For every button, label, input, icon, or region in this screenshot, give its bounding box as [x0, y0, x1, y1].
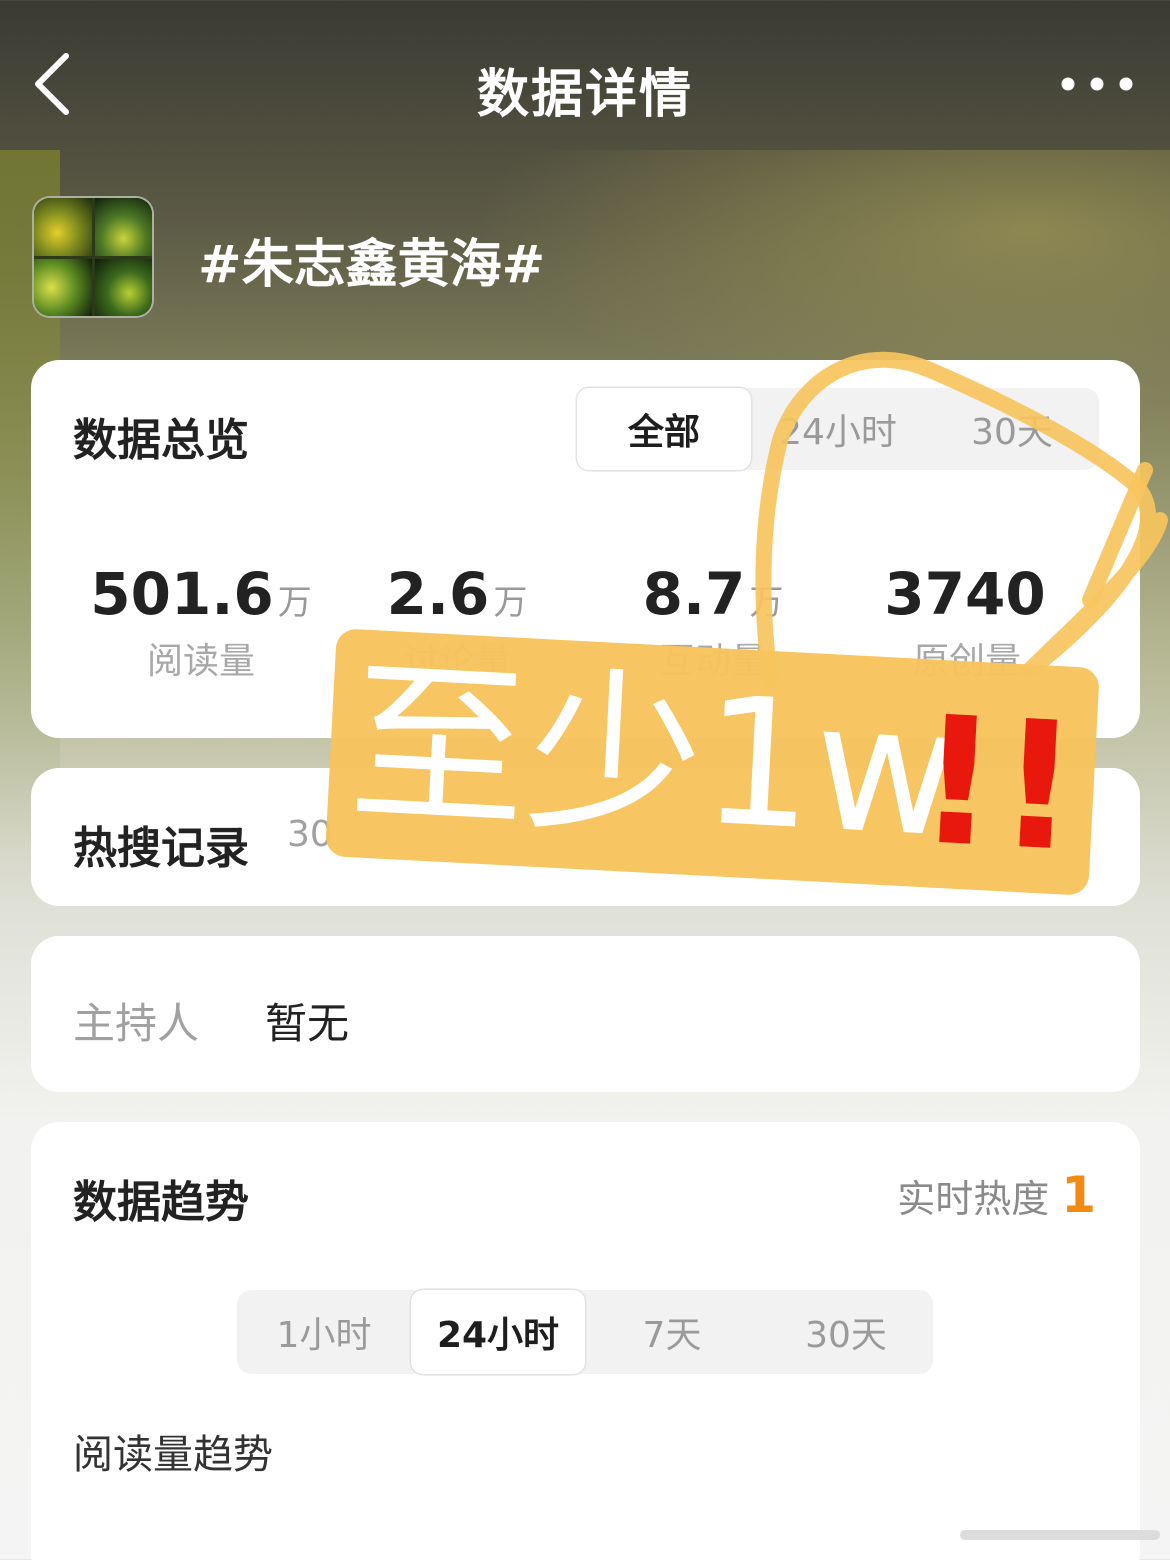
- thumbnail-photo: [94, 198, 152, 256]
- heat-label: 实时热度: [897, 1177, 1050, 1221]
- overview-heading: 数据总览: [73, 415, 249, 466]
- tab-30d[interactable]: 30天: [759, 1290, 933, 1374]
- hot-search-subtitle: 30: [287, 814, 333, 855]
- stat-originals: 3740 原创量: [837, 560, 1097, 684]
- scroll-indicator: [960, 1530, 1160, 1540]
- realtime-heat: 实时热度 1: [897, 1166, 1096, 1224]
- stat-unit: 万: [749, 583, 784, 623]
- topic-title: #朱志鑫黄海#: [198, 235, 546, 295]
- trend-range-tabs: 1小时 24小时 7天 30天: [237, 1290, 933, 1374]
- topic-thumbnail[interactable]: [32, 196, 154, 318]
- overview-card: 数据总览 全部 24小时 30天 501.6 万 阅读量 2.6 万 讨论量 8.7…: [31, 360, 1140, 738]
- more-dots-icon: [1061, 77, 1133, 91]
- tab-30d[interactable]: 30天: [925, 388, 1099, 470]
- overview-range-tabs: 全部 24小时 30天: [577, 388, 1099, 470]
- tab-all[interactable]: 全部: [577, 388, 751, 470]
- tab-1h[interactable]: 1小时: [237, 1290, 411, 1374]
- stat-unit: 万: [277, 583, 312, 623]
- stat-label: 原创量: [912, 641, 1021, 682]
- tab-24h[interactable]: 24小时: [751, 388, 925, 470]
- stats-row: 501.6 万 阅读量 2.6 万 讨论量 8.7 万 互动量 3740 原创量: [31, 560, 1140, 682]
- stat-reads: 501.6 万 阅读量: [71, 560, 331, 684]
- tab-7d[interactable]: 7天: [585, 1290, 759, 1374]
- stat-interactions: 8.7 万 互动量: [583, 560, 843, 684]
- stat-value: 2.6: [386, 560, 490, 628]
- tab-24h[interactable]: 24小时: [411, 1290, 585, 1374]
- thumbnail-photo: [34, 258, 92, 316]
- stat-label: 互动量: [658, 641, 767, 682]
- stat-unit: 万: [493, 583, 528, 623]
- heat-value: 1: [1061, 1166, 1096, 1224]
- host-card: 主持人 暂无: [31, 936, 1140, 1092]
- trend-subtitle: 阅读量趋势: [73, 1432, 273, 1478]
- page-title: 数据详情: [476, 65, 693, 125]
- top-nav: 数据详情: [0, 0, 1170, 170]
- thumbnail-photo: [94, 258, 152, 316]
- more-button[interactable]: [1060, 64, 1134, 104]
- stat-value: 501.6: [90, 560, 274, 628]
- trend-card: 数据趋势 实时热度 1 1小时 24小时 7天 30天 阅读量趋势: [31, 1122, 1140, 1560]
- hot-search-heading: 热搜记录: [73, 823, 249, 874]
- thumbnail-photo: [34, 198, 92, 256]
- stat-label: 讨论量: [402, 641, 511, 682]
- hot-search-card[interactable]: 热搜记录 30: [31, 768, 1140, 906]
- host-label: 主持人: [73, 999, 200, 1048]
- stat-value: 3740: [884, 560, 1046, 628]
- host-value: 暂无: [265, 999, 350, 1048]
- stat-value: 8.7: [642, 560, 746, 628]
- stat-discussions: 2.6 万 讨论量: [327, 560, 587, 684]
- stat-label: 阅读量: [146, 641, 255, 682]
- trend-heading: 数据趋势: [73, 1177, 249, 1228]
